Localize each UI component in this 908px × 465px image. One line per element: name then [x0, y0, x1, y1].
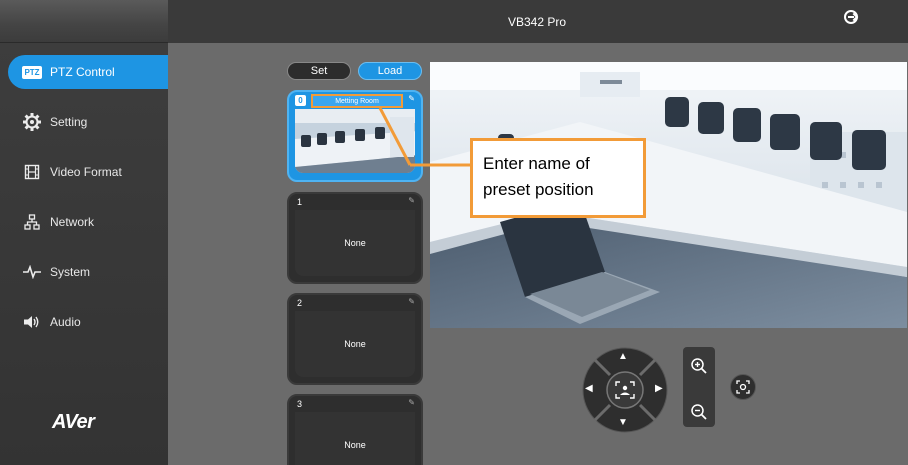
sidebar-item-setting[interactable]: Setting [0, 105, 168, 139]
sidebar-item-network[interactable]: Network [0, 205, 168, 239]
pan-right-button[interactable]: ▶ [655, 383, 663, 394]
preset-thumbnail [295, 109, 415, 173]
sidebar-item-label: Setting [50, 115, 88, 129]
set-button[interactable]: Set [287, 62, 351, 80]
pulse-icon [22, 262, 42, 282]
brand-logo: AVer [52, 411, 95, 433]
preset-name-field[interactable]: Metting Room [311, 94, 403, 108]
preset-number: 3 [297, 399, 303, 409]
sidebar-item-audio[interactable]: Audio [0, 305, 168, 339]
sidebar-item-label: Network [50, 215, 95, 229]
preset-number: 1 [297, 197, 303, 207]
load-button[interactable]: Load [358, 62, 422, 80]
ptz-icon: PTZ [22, 65, 42, 79]
sidebar-item-ptz-control[interactable]: PTZ PTZ Control [8, 55, 168, 89]
home-position-button[interactable] [614, 380, 636, 400]
preset-card-0[interactable]: 0 Metting Room ✎ [287, 90, 423, 182]
speaker-icon [22, 312, 42, 332]
preset-card-2[interactable]: 2 ✎ None [287, 293, 423, 385]
preset-name: None [295, 210, 415, 276]
network-icon [22, 212, 42, 232]
sidebar-item-label: Video Format [50, 165, 122, 179]
film-icon [22, 162, 42, 182]
autofocus-button[interactable] [730, 374, 756, 400]
preset-number: 2 [297, 298, 303, 308]
sidebar-item-system[interactable]: System [0, 255, 168, 289]
callout-line-1: Enter name of [483, 154, 590, 173]
edit-pencil-icon[interactable]: ✎ [408, 94, 415, 103]
top-header: VB342 Pro [168, 0, 908, 43]
edit-pencil-icon[interactable]: ✎ [408, 297, 415, 306]
tilt-down-button[interactable]: ▼ [618, 417, 628, 428]
tilt-up-button[interactable]: ▲ [618, 351, 628, 362]
callout-line-2: preset position [483, 180, 594, 199]
preset-number: 0 [295, 95, 306, 106]
focus-icon [736, 380, 750, 394]
edit-pencil-icon[interactable]: ✎ [408, 196, 415, 205]
preset-name: None [295, 412, 415, 465]
zoom-in-icon[interactable] [690, 357, 708, 380]
sidebar-item-label: PTZ Control [50, 65, 115, 79]
edit-pencil-icon[interactable]: ✎ [408, 398, 415, 407]
preset-name: None [295, 311, 415, 377]
sidebar-item-label: Audio [50, 315, 81, 329]
sidebar-item-video-format[interactable]: Video Format [0, 155, 168, 189]
instruction-callout: Enter name of preset position [470, 138, 646, 218]
sidebar-item-label: System [50, 265, 91, 279]
sidebar-header [0, 0, 168, 43]
gear-icon [22, 112, 42, 132]
device-title: VB342 Pro [508, 15, 567, 29]
pan-tilt-dpad: ▲ ▼ ◀ ▶ [580, 347, 670, 433]
zoom-out-icon[interactable] [690, 403, 708, 426]
pan-left-button[interactable]: ◀ [585, 383, 593, 394]
sidebar: PTZ PTZ Control Setting Video Format Net… [0, 0, 168, 465]
preset-card-3[interactable]: 3 ✎ None [287, 394, 423, 465]
zoom-control [683, 347, 715, 427]
logout-icon[interactable] [844, 10, 858, 24]
preset-card-1[interactable]: 1 ✎ None [287, 192, 423, 284]
